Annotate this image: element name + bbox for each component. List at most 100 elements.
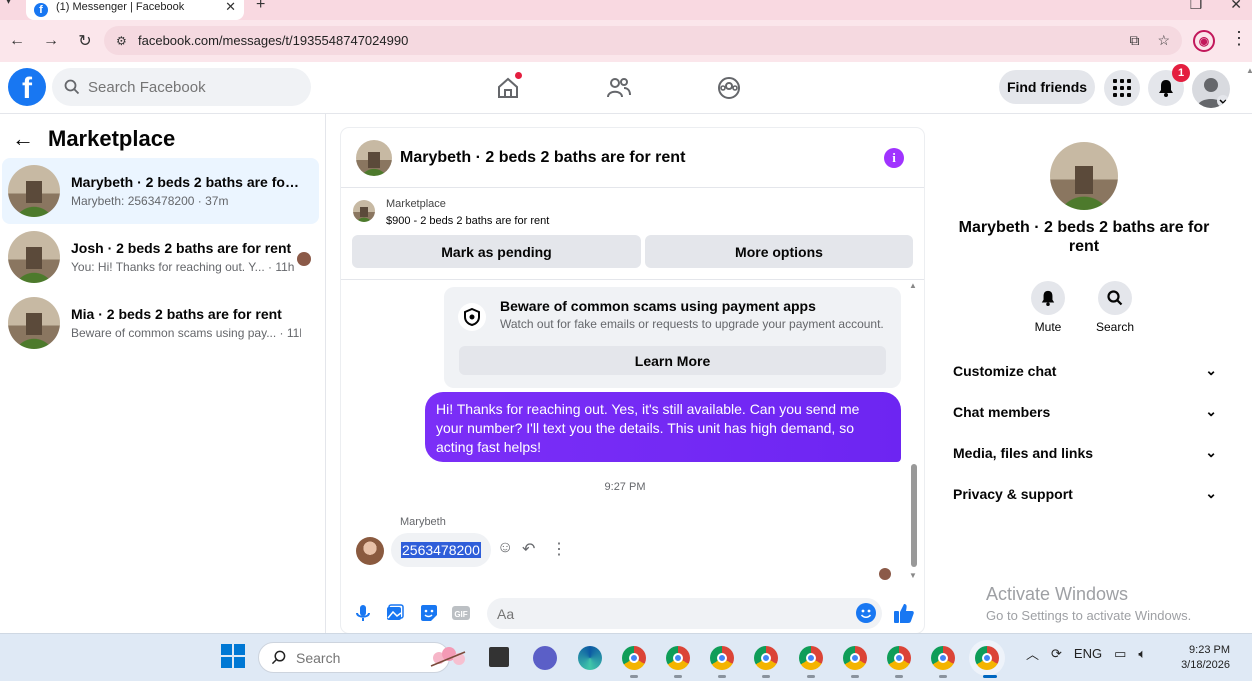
conversation-preview: You: Hi! Thanks for reaching out. Y... ·… bbox=[71, 260, 295, 274]
taskbar-search[interactable] bbox=[258, 642, 450, 673]
chat-avatar[interactable] bbox=[356, 139, 392, 176]
language-indicator[interactable]: ENG bbox=[1074, 646, 1102, 661]
chat-title[interactable]: Marybeth · 2 beds 2 baths are for rent bbox=[400, 149, 685, 167]
sender-avatar[interactable] bbox=[356, 537, 384, 565]
back-icon[interactable]: ← bbox=[0, 32, 34, 50]
sticker-icon[interactable] bbox=[419, 603, 439, 623]
menu-grid-button[interactable] bbox=[1104, 70, 1140, 106]
running-indicator bbox=[807, 675, 815, 678]
mark-pending-button[interactable]: Mark as pending bbox=[352, 235, 641, 268]
scam-warning-title: Beware of common scams using payment app… bbox=[500, 298, 816, 314]
chat-members-row[interactable]: Chat members ⌄ bbox=[953, 403, 1217, 420]
info-icon[interactable]: i bbox=[884, 148, 904, 168]
find-friends-button[interactable]: Find friends bbox=[999, 70, 1095, 104]
forward-icon[interactable]: → bbox=[34, 32, 68, 50]
url-text[interactable]: facebook.com/messages/t/1935548747024990 bbox=[138, 33, 1111, 48]
start-button[interactable] bbox=[221, 644, 245, 668]
page-scroll-up-icon[interactable]: ▲ bbox=[1246, 66, 1252, 75]
system-tray: ︿ ⟳ ENG ▭ 🔈︎ bbox=[1026, 644, 1146, 663]
close-window-icon[interactable]: ✕ bbox=[1230, 0, 1242, 13]
message-input[interactable] bbox=[487, 598, 882, 629]
chevron-down-icon: ⌄ bbox=[1205, 403, 1217, 419]
more-options-button[interactable]: More options bbox=[645, 235, 913, 268]
friends-icon[interactable] bbox=[605, 74, 633, 102]
edge-icon[interactable] bbox=[578, 646, 602, 670]
restore-icon[interactable]: ❐ bbox=[1190, 0, 1203, 13]
section-label: Customize chat bbox=[953, 362, 1057, 379]
outgoing-message[interactable]: Hi! Thanks for reaching out. Yes, it's s… bbox=[425, 392, 901, 462]
activate-windows-watermark: Activate Windows Go to Settings to activ… bbox=[986, 584, 1191, 623]
bell-icon bbox=[1041, 290, 1055, 306]
profile-icon[interactable]: ◉ bbox=[1193, 30, 1215, 52]
taskbar-clock[interactable]: 9:23 PM 3/18/2026 bbox=[1172, 643, 1230, 673]
taskbar-search-input[interactable] bbox=[296, 649, 396, 666]
react-emoji-icon[interactable]: ☺ bbox=[497, 539, 513, 557]
microphone-icon[interactable] bbox=[353, 603, 373, 623]
image-icon[interactable] bbox=[385, 603, 405, 623]
search-icon bbox=[1107, 290, 1123, 306]
listing-price-title[interactable]: $900 - 2 beds 2 baths are for rent bbox=[386, 215, 549, 227]
taskview-icon[interactable] bbox=[489, 647, 509, 667]
mute-button[interactable]: Mute bbox=[1023, 281, 1073, 334]
incoming-message-text[interactable]: 2563478200 bbox=[401, 542, 481, 558]
network-icon[interactable]: ⟳ bbox=[1051, 646, 1062, 662]
conversation-details-panel: Marybeth · 2 beds 2 baths are for rent M… bbox=[939, 128, 1229, 633]
more-actions-icon[interactable]: ⋮ bbox=[551, 539, 567, 559]
running-indicator bbox=[718, 675, 726, 678]
listing-thumbnail[interactable] bbox=[353, 200, 375, 222]
scroll-down-icon[interactable]: ▼ bbox=[909, 571, 917, 580]
volume-icon[interactable]: 🔈︎ bbox=[1138, 646, 1146, 662]
details-avatar[interactable] bbox=[1050, 142, 1118, 210]
chrome-icon[interactable] bbox=[843, 646, 867, 670]
media-files-links-row[interactable]: Media, files and links ⌄ bbox=[953, 444, 1217, 461]
conversation-item-mia[interactable]: Mia · 2 beds 2 baths are for rent Beware… bbox=[2, 290, 319, 356]
conversation-item-josh[interactable]: Josh · 2 beds 2 baths are for rent You: … bbox=[2, 224, 319, 290]
show-hidden-icons-icon[interactable]: ︿ bbox=[1026, 644, 1039, 663]
close-tab-icon[interactable]: ✕ bbox=[225, 0, 236, 15]
groups-icon[interactable] bbox=[715, 74, 743, 102]
shield-icon bbox=[458, 303, 486, 331]
install-app-icon[interactable]: ⧉ bbox=[1129, 32, 1139, 49]
customize-chat-row[interactable]: Customize chat ⌄ bbox=[953, 362, 1217, 379]
chrome-active-icon[interactable] bbox=[975, 646, 999, 670]
privacy-support-row[interactable]: Privacy & support ⌄ bbox=[953, 485, 1217, 502]
seen-avatar bbox=[297, 252, 311, 266]
account-avatar[interactable] bbox=[1192, 70, 1230, 108]
search-label: Search bbox=[1095, 320, 1135, 334]
bookmark-star-icon[interactable]: ☆ bbox=[1157, 32, 1170, 49]
tab-search-icon[interactable]: ▾ bbox=[6, 0, 11, 7]
chrome-icon[interactable] bbox=[710, 646, 734, 670]
chrome-icon[interactable] bbox=[666, 646, 690, 670]
chrome-icon[interactable] bbox=[931, 646, 955, 670]
chrome-icon[interactable] bbox=[754, 646, 778, 670]
incoming-message[interactable]: 2563478200 bbox=[391, 533, 491, 567]
scroll-up-icon[interactable]: ▲ bbox=[909, 281, 917, 290]
listing-source: Marketplace bbox=[386, 198, 446, 210]
reply-icon[interactable]: ↶ bbox=[522, 539, 535, 559]
chat-scrollbar[interactable] bbox=[911, 464, 917, 567]
omnibox[interactable]: ⚙ facebook.com/messages/t/19355487470249… bbox=[104, 26, 1182, 55]
search-conversation-button[interactable]: Search bbox=[1090, 281, 1140, 334]
gif-icon[interactable]: GIF bbox=[451, 603, 471, 623]
chrome-icon[interactable] bbox=[622, 646, 646, 670]
reload-icon[interactable]: ↻ bbox=[68, 31, 102, 51]
chrome-icon[interactable] bbox=[887, 646, 911, 670]
site-info-icon[interactable]: ⚙ bbox=[116, 34, 138, 48]
flower-widget-icon[interactable] bbox=[425, 644, 473, 672]
learn-more-button[interactable]: Learn More bbox=[459, 346, 886, 375]
chrome-icon[interactable] bbox=[799, 646, 823, 670]
conversation-item-marybeth[interactable]: Marybeth · 2 beds 2 baths are for ... Ma… bbox=[2, 158, 319, 224]
facebook-search[interactable] bbox=[52, 68, 311, 106]
back-arrow-icon[interactable]: ← bbox=[12, 126, 34, 152]
facebook-search-input[interactable] bbox=[88, 78, 288, 96]
thumbs-up-icon[interactable] bbox=[893, 602, 915, 624]
teams-icon[interactable] bbox=[533, 646, 557, 670]
emoji-icon[interactable] bbox=[856, 603, 876, 623]
bell-icon bbox=[1159, 80, 1173, 97]
browser-tab[interactable]: f (1) Messenger | Facebook ✕ bbox=[26, 0, 244, 20]
browser-menu-icon[interactable]: ⋮ bbox=[1230, 28, 1248, 49]
running-indicator bbox=[939, 675, 947, 678]
new-tab-icon[interactable]: + bbox=[256, 0, 265, 14]
facebook-logo[interactable]: f bbox=[8, 68, 46, 106]
display-icon[interactable]: ▭ bbox=[1114, 646, 1126, 662]
